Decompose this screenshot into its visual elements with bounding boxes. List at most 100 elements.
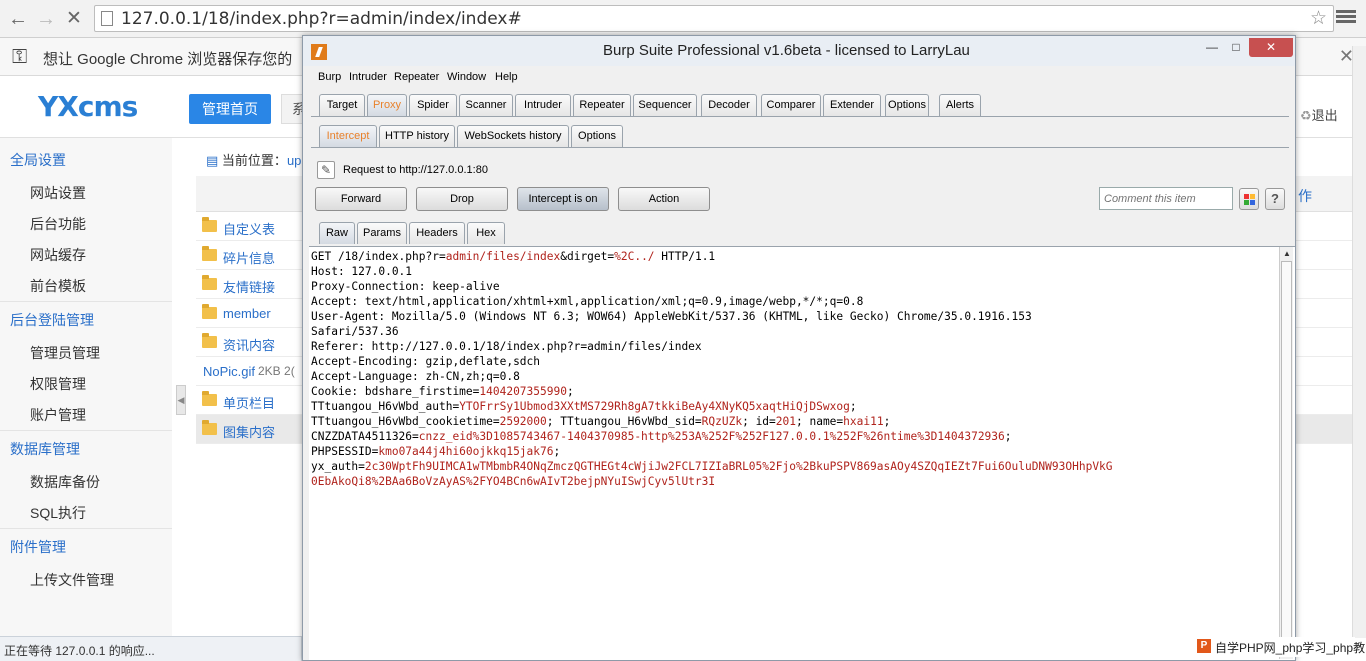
file-name[interactable]: 自定义表 [223,219,275,238]
sidebar-item[interactable]: 网站缓存 [30,245,86,265]
request-line[interactable]: Proxy-Connection: keep-alive [311,279,1277,294]
file-name[interactable]: 友情链接 [223,277,275,296]
help-button[interactable]: ? [1265,188,1285,210]
sidebar-item[interactable]: 数据库备份 [30,472,100,492]
file-row[interactable]: 图集内容 [196,415,308,444]
file-row[interactable]: 单页栏目 [196,386,308,415]
subtab-websockets-history[interactable]: WebSockets history [457,125,569,147]
request-line[interactable]: Cookie: bdshare_firstime=1404207355990; [311,384,1277,399]
sidebar-item[interactable]: 前台模板 [30,276,86,296]
stop-loading-icon[interactable]: ✕ [62,7,86,31]
tab-comparer[interactable]: Comparer [761,94,821,116]
sidebar-item[interactable]: 网站设置 [30,183,86,203]
drop-button[interactable]: Drop [416,187,508,211]
folder-icon [202,275,217,290]
file-row[interactable]: member [196,299,308,328]
sidebar-item[interactable]: 账户管理 [30,405,86,425]
tab-extender[interactable]: Extender [823,94,881,116]
menu-intruder[interactable]: Intruder [349,71,387,83]
burp-title-bar[interactable]: Burp Suite Professional v1.6beta - licen… [303,36,1295,66]
admin-home-button[interactable]: 管理首页 [189,94,271,124]
view-tab-hex[interactable]: Hex [467,222,505,244]
chrome-menu-icon[interactable] [1336,8,1356,28]
comment-input[interactable] [1099,187,1233,210]
request-line[interactable]: CNZZDATA4511326=cnzz_eid%3D1085743467-14… [311,429,1277,444]
menu-burp[interactable]: Burp [318,71,341,83]
file-row[interactable]: 自定义表 [196,212,308,241]
request-line[interactable]: 0EbAkoQi8%2BAa6BoVzAyAS%2FYO4BCn6wAIvT2b… [311,474,1277,489]
raw-request-text[interactable]: GET /18/index.php?r=admin/files/index&di… [311,249,1277,489]
highlight-color-icon[interactable] [1239,188,1259,210]
subtab-http-history[interactable]: HTTP history [379,125,455,147]
request-line[interactable]: Accept-Language: zh-CN,zh;q=0.8 [311,369,1277,384]
request-line[interactable]: Accept-Encoding: gzip,deflate,sdch [311,354,1277,369]
request-line[interactable]: GET /18/index.php?r=admin/files/index&di… [311,249,1277,264]
file-row[interactable]: 碎片信息 [196,241,308,270]
tab-repeater[interactable]: Repeater [573,94,631,116]
tab-sequencer[interactable]: Sequencer [633,94,697,116]
file-name[interactable]: 图集内容 [223,422,275,441]
sidebar-item[interactable]: 上传文件管理 [30,570,114,590]
bookmark-star-icon[interactable]: ☆ [1310,7,1327,30]
menu-help[interactable]: Help [495,71,518,83]
tab-proxy[interactable]: Proxy [367,94,407,116]
request-line[interactable]: Safari/537.36 [311,324,1277,339]
file-row[interactable]: 资讯内容 [196,328,308,357]
file-name[interactable]: 碎片信息 [223,248,275,267]
request-line[interactable]: yx_auth=2c30WptFh9UIMCA1wTMbmbR4ONqZmczQ… [311,459,1277,474]
intercept-toggle-button[interactable]: Intercept is on [517,187,609,211]
tab-alerts[interactable]: Alerts [939,94,981,116]
request-line[interactable]: User-Agent: Mozilla/5.0 (Windows NT 6.3;… [311,309,1277,324]
forward-button[interactable]: Forward [315,187,407,211]
request-line[interactable]: PHPSESSID=kmo07a44j4hi60ojkkq15jak76; [311,444,1277,459]
request-line[interactable]: Referer: http://127.0.0.1/18/index.php?r… [311,339,1277,354]
address-url[interactable]: 127.0.0.1/18/index.php?r=admin/index/ind… [121,9,522,29]
view-tab-headers[interactable]: Headers [409,222,465,244]
sidebar-item[interactable]: 管理员管理 [30,343,100,363]
file-name[interactable]: 单页栏目 [223,393,275,412]
back-arrow-icon[interactable]: ← [6,7,30,31]
tab-options[interactable]: Options [885,94,929,116]
tab-target[interactable]: Target [319,94,365,116]
scrollbar-thumb[interactable] [1281,261,1292,657]
page-scrollbar[interactable] [1352,46,1366,638]
address-bar[interactable]: 127.0.0.1/18/index.php?r=admin/index/ind… [94,5,1334,32]
tab-intruder[interactable]: Intruder [515,94,571,116]
file-row[interactable]: 友情链接 [196,270,308,299]
menu-repeater[interactable]: Repeater [394,71,439,83]
file-row[interactable]: NoPic.gif 2KB 2( [196,357,308,386]
view-tab-params[interactable]: Params [357,222,407,244]
menu-window[interactable]: Window [447,71,486,83]
edit-pencil-icon[interactable]: ✎ [317,161,335,179]
scroll-up-icon[interactable]: ▲ [1283,249,1291,258]
editor-scrollbar[interactable]: ▲ [1279,247,1293,659]
maximize-icon[interactable]: □ [1225,38,1247,57]
request-editor[interactable]: GET /18/index.php?r=admin/files/index&di… [309,246,1295,660]
request-segment: ; TTtuangou_H6vWbd_sid= [546,415,702,428]
request-line[interactable]: Accept: text/html,application/xhtml+xml,… [311,294,1277,309]
tab-decoder[interactable]: Decoder [701,94,757,116]
request-line[interactable]: TTtuangou_H6vWbd_auth=YTOFrrSy1Ubmod3XXt… [311,399,1277,414]
file-name[interactable]: NoPic.gif [203,364,255,379]
file-name[interactable]: 资讯内容 [223,335,275,354]
sidebar-item[interactable]: 后台功能 [30,214,86,234]
file-name[interactable]: member [223,306,271,321]
logout-link[interactable]: ♻退出 [1300,105,1338,124]
close-window-icon[interactable]: ✕ [1249,38,1293,57]
tab-spider[interactable]: Spider [409,94,457,116]
request-line[interactable]: TTtuangou_H6vWbd_cookietime=2592000; TTt… [311,414,1277,429]
folder-icon [202,246,217,261]
sidebar-item[interactable]: SQL执行 [30,503,86,523]
view-tab-raw[interactable]: Raw [319,222,355,244]
request-segment: Accept-Encoding: gzip,deflate,sdch [311,355,541,368]
forward-arrow-icon[interactable]: → [34,7,58,31]
action-button[interactable]: Action [618,187,710,211]
tab-scanner[interactable]: Scanner [459,94,513,116]
subtab-options[interactable]: Options [571,125,623,147]
subtab-intercept[interactable]: Intercept [319,125,377,147]
minimize-icon[interactable]: — [1201,38,1223,57]
sidebar-item[interactable]: 权限管理 [30,374,86,394]
sidebar-collapse-handle[interactable]: ◀ [176,385,186,415]
breadcrumb-link[interactable]: up [287,153,301,168]
request-line[interactable]: Host: 127.0.0.1 [311,264,1277,279]
